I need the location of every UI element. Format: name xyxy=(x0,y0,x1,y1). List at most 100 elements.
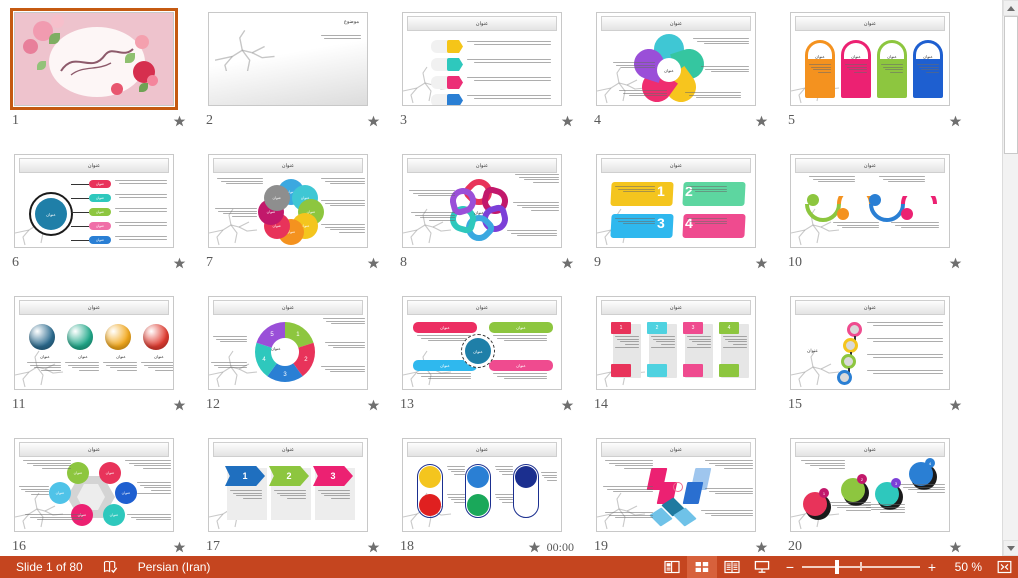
transition-star-icon[interactable] xyxy=(367,399,380,412)
slide-thumbnail-20[interactable]: عنوان 1 2 3 4 xyxy=(786,434,954,536)
slide-meta-right xyxy=(367,257,384,270)
reading-view-icon xyxy=(724,560,740,574)
slide-number-label: 7 xyxy=(206,255,213,270)
slide-thumbnail-15[interactable]: عنوان عنوان xyxy=(786,292,954,394)
slide-cell[interactable]: 1 xyxy=(10,8,204,150)
stadium-circle-3 xyxy=(467,494,489,516)
placeholder-text-block xyxy=(867,354,943,359)
slide-cell[interactable]: عنوان 3 xyxy=(398,8,592,150)
slide-cell[interactable]: عنوان عنوان 15 xyxy=(786,292,980,434)
vertical-scrollbar[interactable] xyxy=(1002,0,1018,556)
slide-thumbnail-18[interactable]: عنوان xyxy=(398,434,566,536)
fit-to-window-icon xyxy=(997,560,1011,574)
slide-thumbnail-1[interactable] xyxy=(10,8,178,110)
slide-thumbnail-17[interactable]: عنوان 1 2 3 xyxy=(204,434,372,536)
slide-number-label: 1 xyxy=(12,113,19,128)
slide-title-text: عنوان xyxy=(669,20,683,27)
slide-cell[interactable]: عنوان عنوان عنوان عنوان عنوان 11 xyxy=(10,292,204,434)
sphere-0 xyxy=(29,324,55,350)
slide-cell[interactable]: عنوان 1 2 3 17 xyxy=(204,434,398,556)
slide-cell[interactable]: عنوان 19 xyxy=(592,434,786,556)
transition-star-icon[interactable] xyxy=(173,399,186,412)
scroll-down-button[interactable] xyxy=(1003,540,1018,556)
transition-star-icon[interactable] xyxy=(561,399,574,412)
vertical-scroll-track[interactable] xyxy=(1003,154,1018,540)
center-hub: عنوان xyxy=(465,338,491,364)
transition-star-icon[interactable] xyxy=(949,399,962,412)
slide-cell[interactable]: عنوان 10 xyxy=(786,150,980,292)
transition-star-icon[interactable] xyxy=(561,115,574,128)
slide-thumbnail-16[interactable]: عنوانعنوانعنوانعنوانعنوانعنوانعنوان xyxy=(10,434,178,536)
slide-thumbnail-4[interactable]: عنوان عنوان xyxy=(592,8,760,110)
slide-thumbnail-13[interactable]: عنوان عنوان عنوان عنوان عنوان عنوان xyxy=(398,292,566,394)
slide-thumbnail-2[interactable]: موضوع xyxy=(204,8,372,110)
transition-star-icon[interactable] xyxy=(755,257,768,270)
slide-indicator[interactable]: Slide 1 of 80 xyxy=(6,556,93,578)
zoom-out-button[interactable]: − xyxy=(785,560,795,574)
slide-sorter-view-button[interactable] xyxy=(687,556,717,578)
slide-cell[interactable]: عنوان 18 00:00 xyxy=(398,434,592,556)
slide-show-view-button[interactable] xyxy=(747,556,777,578)
slide-thumbnail-10[interactable]: عنوان xyxy=(786,150,954,252)
slide-thumbnail-19[interactable]: عنوان xyxy=(592,434,760,536)
slide-title-text: عنوان xyxy=(281,162,295,169)
slide-cell[interactable]: موضوع 2 xyxy=(204,8,398,150)
slide-title-bar: عنوان xyxy=(795,16,945,31)
slide-thumbnail-3[interactable]: عنوان xyxy=(398,8,566,110)
slide-cell[interactable]: عنوان عنوان عنوان عنوان عنوان 5 xyxy=(786,8,980,150)
spell-check-button[interactable] xyxy=(93,556,128,578)
transition-star-icon[interactable] xyxy=(173,541,186,554)
transition-star-icon[interactable] xyxy=(561,257,574,270)
transition-star-icon[interactable] xyxy=(173,257,186,270)
flower-5 xyxy=(111,83,123,95)
language-button[interactable]: Persian (Iran) xyxy=(128,556,221,578)
slide-cell[interactable]: عنوان عنوان عنوان عنوان عنوان عنوان 13 xyxy=(398,292,592,434)
slide-sorter-canvas[interactable]: 1 موضوع 2 عنوان 3 عنوان عنوان 4 عنوان عنوان عنوان ع… xyxy=(0,0,1002,556)
slide-cell[interactable]: عنوان 1 2 3 4 5 عنوان 12 xyxy=(204,292,398,434)
slide-cell[interactable]: عنوان عنوان 4 xyxy=(592,8,786,150)
transition-star-icon[interactable] xyxy=(173,115,186,128)
placeholder-text-block xyxy=(321,200,365,208)
slide-thumbnail-9[interactable]: عنوان 1 2 3 4 xyxy=(592,150,760,252)
slide-thumbnail-14[interactable]: عنوان 1 2 3 4 xyxy=(592,292,760,394)
slide-thumbnail-6[interactable]: عنوان عنوان عنوان عنوان عنوان عنوان عنوان xyxy=(10,150,178,252)
sphere-label-1: عنوان xyxy=(78,354,88,359)
slide-cell[interactable]: عنوان 1 2 3 4 20 xyxy=(786,434,980,556)
slide-cell[interactable]: عنوان 1 2 3 4 9 xyxy=(592,150,786,292)
slide-thumbnail-11[interactable]: عنوان عنوان عنوان عنوان عنوان xyxy=(10,292,178,394)
transition-star-icon[interactable] xyxy=(949,115,962,128)
transition-star-icon[interactable] xyxy=(367,115,380,128)
slide-cell[interactable]: عنوان عنوان 8 xyxy=(398,150,592,292)
placeholder-text-block xyxy=(879,176,925,184)
transition-star-icon[interactable] xyxy=(528,541,541,554)
slide-thumbnail-12[interactable]: عنوان 1 2 3 4 5 عنوان xyxy=(204,292,372,394)
normal-view-button[interactable] xyxy=(657,556,687,578)
fit-to-window-button[interactable] xyxy=(990,556,1018,578)
slide-meta: 18 00:00 xyxy=(398,536,578,556)
transition-star-icon[interactable] xyxy=(755,541,768,554)
reading-view-button[interactable] xyxy=(717,556,747,578)
transition-star-icon[interactable] xyxy=(949,541,962,554)
stadium-circle-0 xyxy=(419,466,441,488)
transition-star-icon[interactable] xyxy=(755,115,768,128)
slide-cell[interactable]: عنوان عنوان عنوان عنوان عنوان عنوان عنوان 6 xyxy=(10,150,204,292)
transition-star-icon[interactable] xyxy=(949,257,962,270)
transition-star-icon[interactable] xyxy=(367,541,380,554)
zoom-in-button[interactable]: + xyxy=(927,560,937,574)
zoom-slider[interactable] xyxy=(802,560,920,574)
scroll-up-button[interactable] xyxy=(1003,0,1018,16)
slide-body: عنوان xyxy=(403,173,561,247)
zoom-level-label[interactable]: 50 % xyxy=(944,560,982,574)
slide-cell[interactable]: عنوانعنوانعنوانعنوانعنوانعنوانعنوان16 xyxy=(10,434,204,556)
chain-ring-0 xyxy=(847,322,862,337)
slide-thumbnail-5[interactable]: عنوان عنوان عنوان عنوان عنوان xyxy=(786,8,954,110)
placeholder-text-block xyxy=(447,494,465,505)
slide-thumbnail-8[interactable]: عنوان عنوان xyxy=(398,150,566,252)
vertical-scroll-thumb[interactable] xyxy=(1004,16,1018,154)
slide-thumbnail-7[interactable]: عنوان عنوان عنوان عنوان عنوان عنوان عنوان عنوان… xyxy=(204,150,372,252)
slide-cell[interactable]: عنوان عنوان عنوان عنوان عنوان عنوان عنوان عنوان… xyxy=(204,150,398,292)
slide-cell[interactable]: عنوان 1 2 3 4 14 xyxy=(592,292,786,434)
transition-star-icon[interactable] xyxy=(367,257,380,270)
zoom-slider-handle[interactable] xyxy=(835,560,839,574)
placeholder-text-block xyxy=(693,38,749,46)
